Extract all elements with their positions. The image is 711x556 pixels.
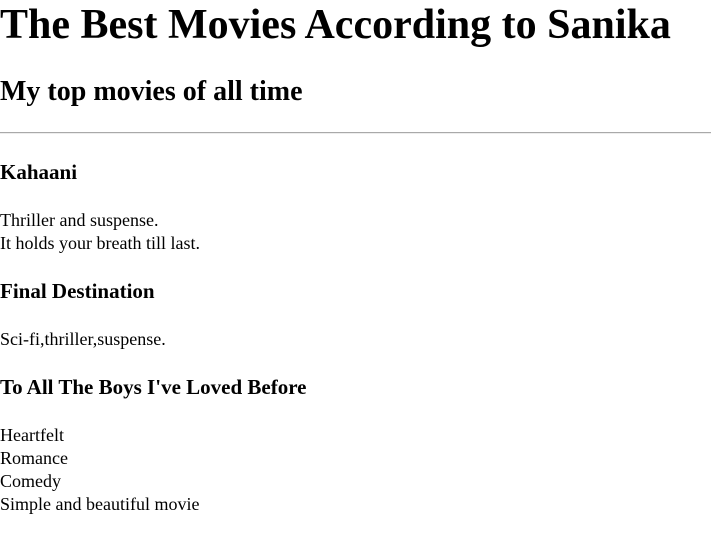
description-line: Thriller and suspense. <box>0 210 159 230</box>
movie-description: Thriller and suspense. It holds your bre… <box>0 209 711 255</box>
movie-title: Kahaani <box>0 160 78 184</box>
movie-description: Sci-fi,thriller,suspense. <box>0 328 711 351</box>
page: The Best Movies According to Sanika My t… <box>0 0 711 516</box>
page-title: The Best Movies According to Sanika <box>0 2 671 48</box>
movie-entry-kahaani: Kahaani Thriller and suspense. It holds … <box>0 160 711 255</box>
description-line: Simple and beautiful movie <box>0 494 200 514</box>
movie-entry-final-destination: Final Destination Sci-fi,thriller,suspen… <box>0 279 711 351</box>
description-line: Romance <box>0 448 68 468</box>
description-line: Sci-fi,thriller,suspense. <box>0 329 166 349</box>
page-subtitle: My top movies of all time <box>0 76 303 107</box>
divider <box>0 132 711 134</box>
movie-description: Heartfelt Romance Comedy Simple and beau… <box>0 424 711 516</box>
description-line: Heartfelt <box>0 425 64 445</box>
description-line: It holds your breath till last. <box>0 233 200 253</box>
movie-title: Final Destination <box>0 279 155 303</box>
description-line: Comedy <box>0 471 61 491</box>
movie-entry-to-all-the-boys: To All The Boys I've Loved Before Heartf… <box>0 375 711 516</box>
movie-title: To All The Boys I've Loved Before <box>0 375 307 399</box>
